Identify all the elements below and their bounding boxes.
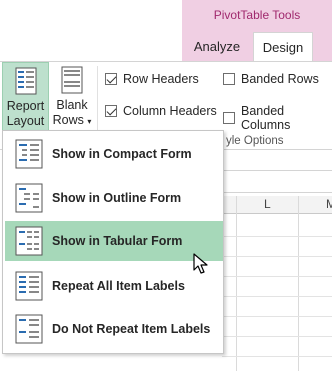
menu-item-compact-form[interactable]: Show in Compact Form bbox=[5, 134, 223, 174]
row-headers-option[interactable]: Row Headers bbox=[105, 72, 199, 86]
menu-item-label: Repeat All Item Labels bbox=[52, 279, 185, 293]
tabular-form-icon bbox=[15, 226, 43, 256]
menu-item-outline-form[interactable]: Show in Outline Form bbox=[5, 178, 223, 218]
report-layout-label-2: Layout bbox=[6, 114, 45, 128]
report-layout-menu: Show in Compact Form Show in Outline For… bbox=[2, 130, 224, 354]
tab-design[interactable]: Design bbox=[253, 32, 313, 64]
no-repeat-labels-icon bbox=[15, 314, 43, 344]
tool-tab-title: PivotTable Tools bbox=[213, 8, 301, 22]
banded-columns-checkbox[interactable] bbox=[223, 112, 235, 124]
compact-form-icon bbox=[15, 139, 43, 169]
gridline bbox=[222, 256, 332, 257]
banded-rows-label: Banded Rows bbox=[241, 72, 319, 86]
outline-form-icon bbox=[15, 183, 43, 213]
gridline bbox=[222, 296, 332, 297]
formula-bar-border bbox=[222, 192, 332, 193]
excel-window: PivotTable Tools Analyze Design Report L… bbox=[0, 0, 332, 371]
gridline bbox=[222, 356, 332, 357]
menu-item-label: Show in Compact Form bbox=[52, 147, 192, 161]
column-header-m[interactable]: M bbox=[326, 197, 332, 211]
row-headers-checkbox[interactable] bbox=[105, 73, 117, 85]
gridline bbox=[298, 196, 299, 371]
menu-item-label: Do Not Repeat Item Labels bbox=[52, 322, 211, 336]
blank-rows-button[interactable]: Blank Rows ▾ bbox=[52, 62, 92, 131]
banded-columns-label: Banded Columns bbox=[241, 104, 291, 132]
blank-rows-caret-icon: ▾ bbox=[87, 117, 92, 126]
gridline bbox=[222, 316, 332, 317]
group-separator bbox=[97, 66, 98, 130]
report-layout-icon bbox=[15, 67, 36, 95]
report-layout-button[interactable]: Report Layout ▾ bbox=[2, 62, 49, 142]
menu-item-label: Show in Outline Form bbox=[52, 191, 182, 205]
banded-columns-option[interactable]: Banded Columns bbox=[223, 104, 332, 132]
blank-rows-label-2: Rows bbox=[52, 113, 84, 127]
menu-item-label: Show in Tabular Form bbox=[52, 234, 183, 248]
gridline bbox=[222, 276, 332, 277]
gridline bbox=[222, 236, 332, 237]
mouse-pointer-icon bbox=[193, 253, 208, 274]
row-headers-label: Row Headers bbox=[123, 72, 199, 86]
menu-item-repeat-all-labels[interactable]: Repeat All Item Labels bbox=[5, 266, 223, 306]
repeat-labels-icon bbox=[15, 271, 43, 301]
gridline bbox=[236, 196, 237, 371]
style-options-group-label: yle Options bbox=[226, 135, 284, 147]
report-layout-label-1: Report bbox=[6, 99, 45, 113]
banded-rows-option[interactable]: Banded Rows bbox=[223, 72, 319, 86]
blank-rows-label-1: Blank bbox=[56, 98, 88, 112]
menu-item-tabular-form[interactable]: Show in Tabular Form bbox=[5, 221, 223, 261]
banded-rows-checkbox[interactable] bbox=[223, 73, 235, 85]
column-headers-label: Column Headers bbox=[123, 104, 217, 118]
column-headers-option[interactable]: Column Headers bbox=[105, 104, 217, 118]
column-header-row bbox=[222, 196, 332, 214]
gridline bbox=[222, 336, 332, 337]
column-header-l[interactable]: L bbox=[264, 197, 271, 211]
column-headers-checkbox[interactable] bbox=[105, 105, 117, 117]
menu-item-do-not-repeat-labels[interactable]: Do Not Repeat Item Labels bbox=[5, 309, 223, 349]
formula-bar-border bbox=[222, 170, 332, 171]
tab-analyze[interactable]: Analyze bbox=[186, 32, 248, 62]
blank-rows-icon bbox=[61, 66, 83, 94]
